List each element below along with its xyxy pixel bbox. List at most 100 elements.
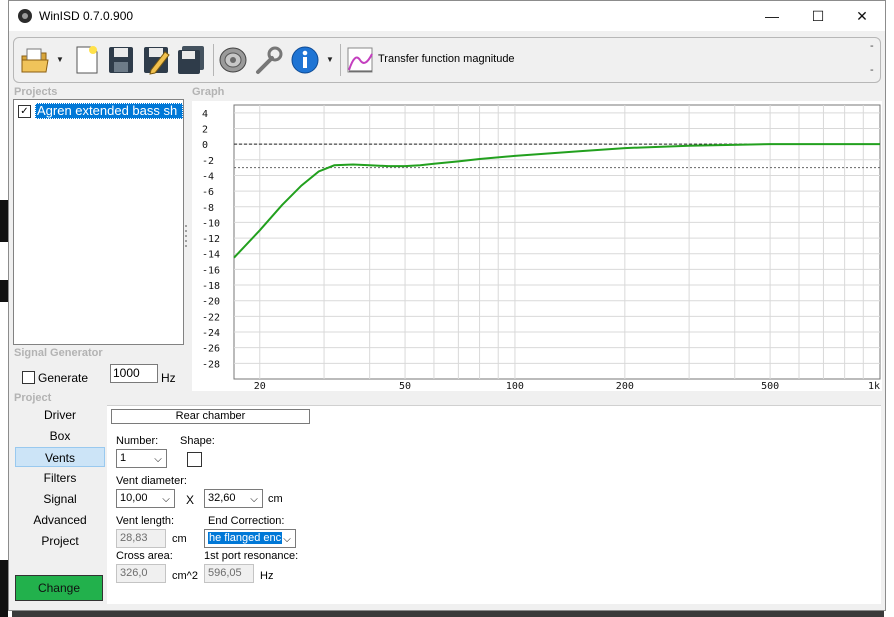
- y-tick-label: -2: [202, 156, 214, 167]
- project-header: Project: [14, 392, 52, 404]
- save-icon[interactable]: [106, 44, 136, 76]
- shape-label: Shape:: [180, 435, 215, 447]
- driver-speaker-icon[interactable]: [218, 44, 248, 76]
- graph-panel[interactable]: 4 2 0 -2 -4 -6 -8 -10 -12 -14 -16 -18 -20 -22 -24 -26 -2…: [192, 101, 882, 391]
- y-tick-label: -6: [202, 187, 214, 198]
- vent-diameter-label: Vent diameter:: [116, 475, 187, 487]
- chevron-down-icon[interactable]: ⌵: [160, 491, 172, 506]
- vent-diameter2-select[interactable]: 32,60 ⌵: [204, 489, 263, 508]
- number-label: Number:: [116, 435, 159, 447]
- x-tick-label: 1k: [868, 381, 880, 391]
- y-tick-label: -22: [202, 312, 220, 323]
- minimize-button[interactable]: —: [749, 1, 795, 31]
- projects-header: Projects: [14, 86, 58, 98]
- y-tick-label: -14: [202, 250, 220, 261]
- desktop-fragment: [0, 200, 8, 242]
- change-button[interactable]: Change: [15, 575, 103, 601]
- transfer-function-graph-icon[interactable]: [346, 44, 374, 76]
- nav-advanced[interactable]: Advanced: [15, 510, 105, 530]
- chamber-selector[interactable]: Rear chamber: [111, 409, 310, 424]
- vent-length-label: Vent length:: [116, 515, 175, 527]
- vents-panel: Rear chamber Number: 1 ⌵ Shape: Vent dia…: [107, 405, 881, 604]
- number-select[interactable]: 1 ⌵: [116, 449, 167, 468]
- x-tick-label: 200: [616, 381, 634, 391]
- project-checkbox[interactable]: ✓: [18, 105, 31, 118]
- toolbar-overflow-top[interactable]: -: [870, 40, 874, 52]
- frequency-unit: Hz: [161, 371, 176, 385]
- save-as-icon[interactable]: [141, 44, 171, 76]
- y-tick-label: -28: [202, 359, 220, 370]
- y-tick-label: -16: [202, 265, 220, 276]
- speaker-app-icon: [18, 9, 32, 23]
- y-tick-label: -4: [202, 171, 214, 182]
- vent-length-field: 28,83: [116, 529, 166, 548]
- new-project-icon[interactable]: [72, 44, 102, 76]
- nav-signal[interactable]: Signal: [15, 489, 105, 509]
- vent-diameter-value: 10,00: [120, 492, 148, 504]
- save-all-icon[interactable]: [176, 44, 206, 76]
- window-title: WinISD 0.7.0.900: [39, 9, 134, 23]
- graph-header: Graph: [192, 86, 225, 98]
- nav-vents[interactable]: Vents: [15, 447, 105, 467]
- desktop-fragment: [0, 560, 8, 617]
- plot-area: [233, 104, 881, 380]
- y-tick-label: 2: [202, 124, 208, 135]
- info-dropdown-icon[interactable]: ▼: [326, 55, 334, 64]
- cross-area-unit: cm^2: [172, 570, 198, 582]
- y-tick-label: -8: [202, 203, 214, 214]
- length-unit: cm: [172, 533, 187, 545]
- nav-box[interactable]: Box: [15, 426, 105, 446]
- y-tick-label: 4: [202, 109, 208, 120]
- nav-project[interactable]: Project: [15, 531, 105, 551]
- wrench-settings-icon[interactable]: [254, 44, 284, 76]
- y-tick-label: -20: [202, 297, 220, 308]
- end-correction-select[interactable]: he flanged enc ⌵: [204, 529, 296, 548]
- generate-checkbox[interactable]: [22, 371, 35, 384]
- toolbar-overflow-bottom[interactable]: -: [870, 64, 874, 76]
- toolbar: ▼ ▼ Transfer function magnitude - -: [13, 37, 881, 83]
- times-label: X: [186, 493, 195, 507]
- frequency-input[interactable]: 1000: [110, 364, 158, 383]
- port-resonance-field: 596,05: [204, 564, 254, 583]
- signal-generator-header: Signal Generator: [14, 347, 103, 359]
- app-window: WinISD 0.7.0.900 — ☐ ✕ ▼ ▼ Transfer func…: [8, 0, 886, 611]
- y-tick-label: -26: [202, 344, 220, 355]
- projects-list[interactable]: ✓ Agren extended bass sh: [13, 99, 184, 345]
- chevron-down-icon[interactable]: ⌵: [248, 491, 260, 506]
- transfer-function-chart[interactable]: 420-2-4-6-8-10-12-14-16-18-20-22-24-26-2…: [192, 101, 882, 391]
- vent-diameter2-value: 32,60: [208, 492, 236, 504]
- open-dropdown-icon[interactable]: ▼: [56, 55, 64, 64]
- x-tick-label: 100: [506, 381, 524, 391]
- desktop-fragment: [0, 280, 8, 302]
- toolbar-separator: [340, 44, 341, 76]
- chevron-down-icon[interactable]: ⌵: [281, 531, 293, 546]
- graph-type-label[interactable]: Transfer function magnitude: [378, 53, 515, 65]
- chevron-down-icon[interactable]: ⌵: [152, 451, 164, 466]
- close-button[interactable]: ✕: [839, 1, 885, 31]
- y-tick-label: -18: [202, 281, 220, 292]
- diameter-unit: cm: [268, 493, 283, 505]
- nav-filters[interactable]: Filters: [15, 468, 105, 488]
- splitter-grip[interactable]: [184, 223, 188, 251]
- toolbar-separator: [213, 44, 214, 76]
- x-tick-label: 20: [254, 381, 266, 391]
- vent-diameter-select[interactable]: 10,00 ⌵: [116, 489, 175, 508]
- project-item[interactable]: Agren extended bass sh: [35, 103, 183, 119]
- maximize-button[interactable]: ☐: [795, 1, 841, 31]
- y-tick-label: -12: [202, 234, 220, 245]
- cross-area-label: Cross area:: [116, 550, 173, 562]
- x-tick-label: 50: [399, 381, 411, 391]
- shape-picker[interactable]: [187, 452, 202, 467]
- open-project-icon[interactable]: [20, 44, 50, 76]
- resonance-unit: Hz: [260, 570, 274, 582]
- title-bar: WinISD 0.7.0.900 — ☐ ✕: [9, 1, 885, 31]
- y-tick-label: -10: [202, 218, 220, 229]
- y-tick-label: 0: [202, 140, 208, 151]
- number-value: 1: [120, 452, 127, 464]
- nav-driver[interactable]: Driver: [15, 405, 105, 425]
- y-tick-label: -24: [202, 328, 220, 339]
- generate-label: Generate: [38, 371, 89, 385]
- info-icon[interactable]: [290, 44, 320, 76]
- cross-area-field: 326,0: [116, 564, 166, 583]
- end-correction-label: End Correction:: [208, 515, 285, 527]
